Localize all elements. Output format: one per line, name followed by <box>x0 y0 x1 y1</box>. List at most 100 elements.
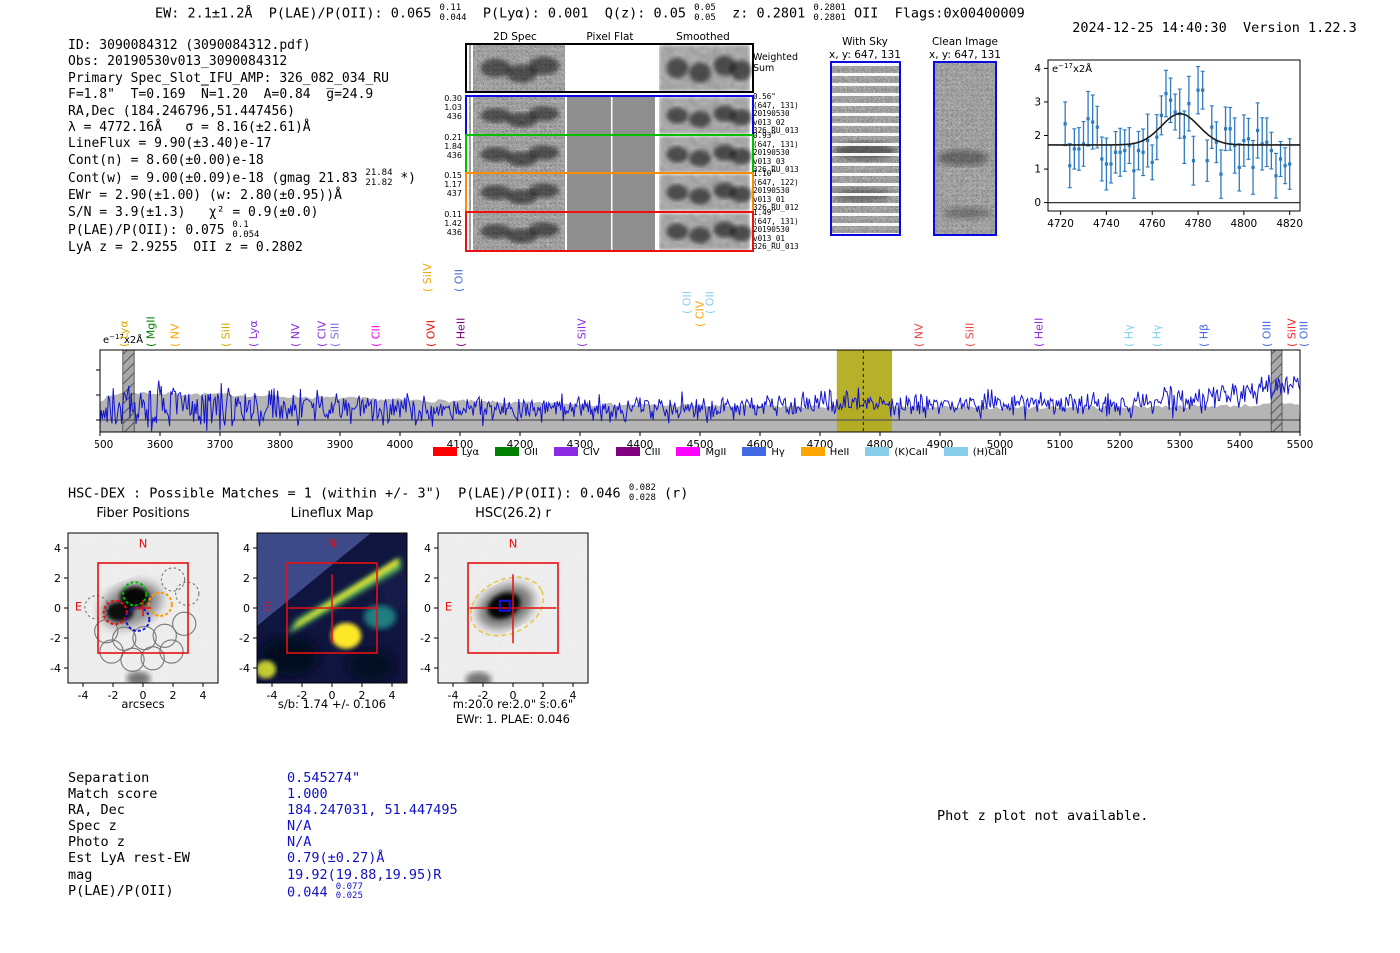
svg-text:E: E <box>75 599 82 613</box>
clean-image <box>933 61 997 236</box>
match-field-label: P(LAE)/P(OII) <box>68 882 174 899</box>
legend-swatch <box>800 447 825 456</box>
info-line-11: P(LAE)/P(OII): 0.075 0.1 0.054 <box>68 220 260 240</box>
withsky-title: With Sky x, y: 647, 131 <box>829 36 901 61</box>
line-label-OVI: ( OVI <box>425 320 438 347</box>
report-timestamp: 2024-12-25 14:40:30 Version 1.22.3 <box>1056 4 1357 36</box>
svg-text:5300: 5300 <box>1167 439 1194 451</box>
stacked-uncertainty: 0.2801 0.2801 <box>813 3 846 23</box>
report-summary-line: EW: 2.1±1.2Å P(LAE)/P(OII): 0.065 0.11 0.… <box>155 3 1025 23</box>
match-field-label: Spec z <box>68 818 117 835</box>
match-field-value: 19.92(19.88,19.95)R <box>287 866 442 883</box>
line-label-OIII: ( OIII <box>1261 321 1274 347</box>
hsc-panel-title: HSC(26.2) r <box>475 506 551 521</box>
svg-text:-2: -2 <box>50 632 61 645</box>
match-table-row: Est LyA rest-EW 0.79(±0.27)Å <box>68 850 458 866</box>
fiber-panel-title: Fiber Positions <box>96 506 190 521</box>
svg-text:0: 0 <box>54 602 61 615</box>
svg-text:3800: 3800 <box>267 439 294 451</box>
withsky-image <box>830 61 901 236</box>
cutout-row-right-labels: 1.10" (647, 122) 20190530 v013_01 326_RU_012 <box>753 169 799 213</box>
info-line-5: λ = 4772.16Å σ = 8.16(±2.61)Å <box>68 120 311 136</box>
cutout-row-left-labels: 0.30 1.03 436 <box>444 94 462 121</box>
match-table-row: Match score 1.000 <box>68 786 458 802</box>
line-label-OII: ( OII <box>680 291 693 314</box>
legend-swatch <box>495 447 520 456</box>
spectrum-plot: 3500360037003800390040004100420043004400… <box>86 253 1315 469</box>
legend-swatch <box>943 447 968 456</box>
svg-text:4820: 4820 <box>1276 218 1303 230</box>
legend-swatch <box>432 447 457 456</box>
cutout-row <box>465 95 754 136</box>
svg-text:-2: -2 <box>420 632 431 645</box>
clean-title: Clean Image x, y: 647, 131 <box>929 36 1001 61</box>
line-label-SiII: ( SiII <box>964 323 977 347</box>
svg-text:2: 2 <box>54 572 61 585</box>
match-field-value: N/A <box>287 834 312 851</box>
legend-item-(H)CaII: (H)CaII <box>943 447 1007 458</box>
line-label-CIV: ( CIV <box>316 320 329 347</box>
match-table: Separation 0.545274" Match score 1.000 RA, D… <box>68 770 458 902</box>
svg-text:3600: 3600 <box>147 439 174 451</box>
svg-text:4760: 4760 <box>1139 218 1166 230</box>
info-line-8: Cont(w) = 9.00(±0.09)e-18 (gmag 21.83 21… <box>68 168 416 188</box>
svg-text:E: E <box>264 599 271 613</box>
match-field-value: 0.545274" <box>287 770 361 786</box>
legend-item-CIV: CIV <box>553 447 600 458</box>
match-field-label: Separation <box>68 770 150 786</box>
hsc-dex-line: HSC-DEX : Possible Matches = 1 (within +… <box>68 483 689 503</box>
cutout-row <box>465 43 754 93</box>
match-table-row: RA, Dec 184.247031, 51.447495 <box>68 802 458 818</box>
fiber-xlabel: arcsecs <box>121 697 165 711</box>
svg-text:3500: 3500 <box>95 439 113 451</box>
svg-text:3: 3 <box>1034 96 1041 108</box>
svg-text:0: 0 <box>243 602 250 615</box>
legend-item-HeII: HeII <box>800 447 849 458</box>
match-field-value: 184.247031, 51.447495 <box>287 802 458 819</box>
elixer-report: { "header": { "tokens": [ {"t":"EW: 2.1±… <box>0 0 1400 953</box>
report-datetime: 2024-12-25 14:40:30 <box>1072 20 1227 36</box>
svg-text:4: 4 <box>424 542 431 555</box>
col-header-2dspec: 2D Spec <box>493 31 537 43</box>
line-label-NV: ( NV <box>913 323 926 347</box>
match-field-value: 0.044 0.077 0.025 <box>287 881 363 902</box>
legend-item-Lyα: Lyα <box>432 447 479 458</box>
report-version: Version 1.22.3 <box>1242 20 1357 36</box>
svg-text:N: N <box>139 536 148 550</box>
fiber-panel: N E -4 -2 0 2 4 4 2 0 -2 -4 <box>36 525 250 705</box>
legend-item-CIII: CIII <box>615 447 660 458</box>
stacked-uncertainty: 0.05 0.05 <box>694 3 716 23</box>
line-label-OIII: ( OIII <box>1298 321 1311 347</box>
cutout-row-left-labels: 0.15 1.17 437 <box>444 171 462 198</box>
svg-text:-4: -4 <box>420 662 431 675</box>
line-label-SiIV: ( SiIV <box>421 263 434 292</box>
line-label-NV: ( NV <box>169 323 182 347</box>
svg-text:N: N <box>328 536 337 550</box>
svg-text:e−17x2Å: e−17x2Å <box>1052 62 1092 75</box>
info-block: ID: 3090084312 (3090084312.pdf) Obs: 2019… <box>68 38 416 256</box>
svg-text:4780: 4780 <box>1185 218 1212 230</box>
fit-plot: 4720 4740 4760 4780 4800 4820 0 1 2 3 4 e−17x2Å <box>1028 50 1328 246</box>
svg-text:4: 4 <box>1034 63 1041 75</box>
line-label-Hγ: ( Hγ <box>1151 324 1164 347</box>
line-label-OII: ( OII <box>704 291 717 314</box>
match-table-row: Photo z N/A <box>68 834 458 850</box>
legend-swatch <box>615 447 640 456</box>
info-line-7: Cont(n) = 8.60(±0.00)e-18 <box>68 152 264 168</box>
info-line-1: Obs: 20190530v013_3090084312 <box>68 54 288 70</box>
line-label-SiII: ( SiII <box>329 323 342 347</box>
weighted-sum-label: Weighted Sum <box>753 52 798 74</box>
svg-text:4720: 4720 <box>1047 218 1074 230</box>
cutout-row-right-labels: 1.49" (647, 131) 20190530 v013_01 326_RU_013 <box>753 208 799 252</box>
svg-text:1: 1 <box>1034 164 1041 176</box>
svg-text:-4: -4 <box>239 662 250 675</box>
svg-text:5100: 5100 <box>1047 439 1074 451</box>
legend-swatch <box>676 447 701 456</box>
line-label-SiII: ( SiII <box>220 323 233 347</box>
cutout-row <box>465 211 754 252</box>
legend-swatch <box>553 447 578 456</box>
svg-text:-4: -4 <box>50 662 61 675</box>
info-line-3: F=1.8" T=0.169 N̅=1.20 A=0.84 g̅=24.9 <box>68 87 374 103</box>
svg-text:5500: 5500 <box>1287 439 1314 451</box>
svg-text:2: 2 <box>243 572 250 585</box>
